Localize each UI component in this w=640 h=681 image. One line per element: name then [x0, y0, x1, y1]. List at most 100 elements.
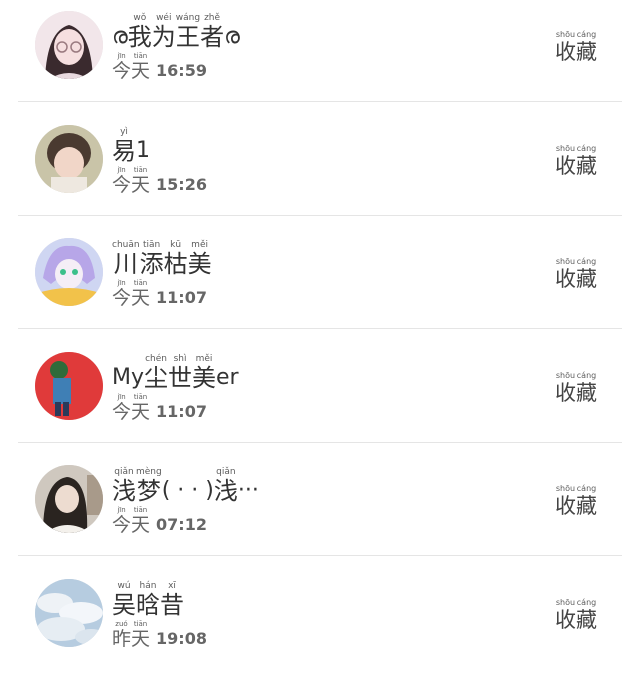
- list-item[interactable]: My chén 尘 shì 世 měi 美 er jīn 今 tiān 天 11:07 shōu 收 cáng…: [0, 341, 640, 454]
- hanzi: 天: [131, 287, 151, 309]
- pinyin-annotation: zuó: [115, 619, 128, 628]
- name-text: ര: [112, 24, 128, 49]
- avatar[interactable]: [35, 578, 103, 647]
- day-char: jīn 今: [112, 279, 131, 309]
- favorite-button[interactable]: shōu 收 cáng 藏: [555, 144, 597, 178]
- pinyin-annotation: shì: [173, 353, 187, 364]
- collection-list: ര wǒ 我 wéi 为 wáng 王 zhě 者 ര jīn 今 tiān 天 16:59 shōu 收 cán…: [0, 0, 640, 660]
- pinyin-annotation: shōu: [555, 257, 576, 266]
- favorite-char: cáng 藏: [576, 371, 597, 405]
- hanzi: 添: [139, 250, 164, 278]
- pinyin-annotation: hán: [139, 580, 157, 591]
- day-char: tiān 天: [131, 620, 150, 650]
- pinyin-annotation: cáng: [576, 30, 597, 39]
- hanzi: 收: [555, 494, 576, 518]
- day-char: jīn 今: [112, 166, 131, 196]
- list-item[interactable]: chuān 川 tiān 添 kū 枯 měi 美 jīn 今 tiān 天 11:07 shōu 收 cán…: [0, 227, 640, 340]
- hanzi: 尘: [144, 363, 169, 392]
- hanzi: 美: [187, 250, 212, 278]
- hanzi: 今: [112, 60, 132, 82]
- divider: [18, 214, 622, 216]
- name-text: My: [112, 364, 145, 390]
- hanzi: 今: [112, 400, 132, 423]
- hanzi: 浅: [112, 477, 136, 505]
- favorite-button[interactable]: shōu 收 cáng 藏: [555, 371, 597, 405]
- favorite-button[interactable]: shōu 收 cáng 藏: [555, 598, 597, 632]
- name-char: shì 世: [168, 354, 192, 391]
- hanzi: 天: [131, 173, 151, 196]
- pinyin-annotation: shōu: [555, 484, 576, 493]
- avatar[interactable]: [35, 465, 103, 533]
- favorite-char: shōu 收: [555, 30, 576, 64]
- pinyin-annotation: xī: [168, 580, 176, 591]
- name-char: wǒ 我: [128, 13, 152, 50]
- time-value: 11:07: [156, 288, 207, 307]
- list-item[interactable]: wú 吴 hán 晗 xī 昔 zuó 昨 tiān 天 19:08 shōu 收 cáng 藏: [0, 568, 640, 681]
- pinyin-annotation: cáng: [576, 597, 597, 607]
- avatar[interactable]: [35, 11, 103, 79]
- name-char: wáng 王: [176, 13, 200, 50]
- day-char: tiān 天: [131, 52, 150, 82]
- favorite-char: shōu 收: [555, 484, 576, 518]
- pinyin-annotation: měi: [195, 353, 213, 364]
- name-char: qiǎn 浅: [214, 467, 238, 504]
- avatar[interactable]: [35, 238, 103, 306]
- hanzi: 梦: [136, 477, 161, 505]
- name-text: ( · · ): [161, 478, 214, 503]
- day-char: tiān 天: [131, 506, 150, 536]
- favorite-char: shōu 收: [555, 257, 576, 291]
- hanzi: 吴: [112, 590, 136, 619]
- pinyin-annotation: jīn: [117, 279, 126, 287]
- pinyin-annotation: chén: [145, 353, 167, 364]
- hanzi: 藏: [576, 267, 597, 291]
- name-char: chuān 川: [112, 240, 140, 277]
- user-name: My chén 尘 shì 世 měi 美 er: [112, 353, 239, 391]
- pinyin-annotation: tiān: [133, 619, 148, 628]
- hanzi: 收: [555, 40, 576, 64]
- day-char: jīn 今: [112, 52, 131, 82]
- hanzi: 昨: [112, 627, 132, 650]
- time-value: 11:07: [156, 401, 207, 421]
- pinyin-annotation: jīn: [117, 52, 126, 60]
- avatar[interactable]: [35, 124, 103, 193]
- favorite-button[interactable]: shōu 收 cáng 藏: [555, 484, 597, 518]
- pinyin-annotation: cáng: [576, 370, 597, 380]
- hanzi: 收: [555, 380, 576, 405]
- hanzi: 王: [175, 23, 200, 51]
- hanzi: 今: [112, 514, 132, 536]
- hanzi: 藏: [576, 153, 597, 178]
- avatar[interactable]: [35, 351, 103, 420]
- hanzi: 今: [112, 173, 132, 196]
- favorite-button[interactable]: shōu 收 cáng 藏: [555, 30, 597, 64]
- hanzi: 天: [131, 627, 151, 650]
- hanzi: 今: [112, 287, 132, 309]
- day-char: tiān 天: [131, 166, 150, 196]
- hanzi: 川: [113, 250, 138, 278]
- hanzi: 晗: [136, 590, 160, 619]
- user-name: qiǎn 浅 mèng 梦( · · ) qiǎn 浅 ···: [112, 467, 259, 505]
- hanzi: 收: [555, 153, 576, 178]
- favorite-char: shōu 收: [555, 144, 576, 178]
- name-char: kū 枯: [164, 240, 188, 277]
- pinyin-annotation: jīn: [117, 506, 126, 514]
- hanzi: 天: [131, 514, 151, 536]
- favorite-char: cáng 藏: [576, 598, 597, 632]
- name-char: hán 晗: [136, 581, 160, 618]
- hanzi: 枯: [163, 250, 188, 278]
- hanzi: 藏: [576, 494, 597, 518]
- name-char: chén 尘: [144, 354, 168, 391]
- list-item[interactable]: ര wǒ 我 wéi 为 wáng 王 zhě 者 ര jīn 今 tiān 天 16:59 shōu 收 cán…: [0, 0, 640, 113]
- name-text: er: [216, 364, 239, 390]
- list-item[interactable]: qiǎn 浅 mèng 梦( · · ) qiǎn 浅 ··· jīn 今 tiān 天 07:12 s…: [0, 454, 640, 567]
- favorite-button[interactable]: shōu 收 cáng 藏: [555, 257, 597, 291]
- hanzi: 收: [555, 607, 576, 632]
- day-char: tiān 天: [131, 279, 150, 309]
- list-item[interactable]: yì 易 1 jīn 今 tiān 天 15:26 shōu 收 cáng 藏: [0, 114, 640, 227]
- timestamp: jīn 今 tiān 天 15:26: [112, 166, 207, 196]
- hanzi: 为: [151, 23, 176, 51]
- day-char: jīn 今: [112, 393, 131, 423]
- divider: [18, 441, 622, 443]
- timestamp: zuó 昨 tiān 天 19:08: [112, 620, 207, 650]
- timestamp: jīn 今 tiān 天 11:07: [112, 279, 207, 309]
- pinyin-annotation: cáng: [576, 484, 597, 493]
